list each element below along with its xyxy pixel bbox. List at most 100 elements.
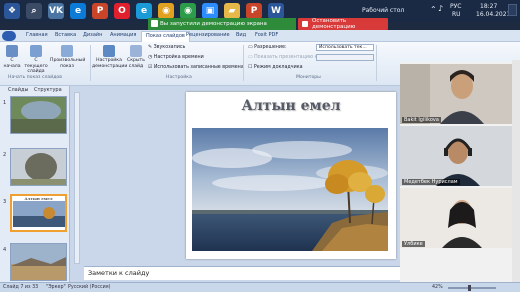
desktop-label[interactable]: Рабочий стол [362, 7, 404, 14]
status-bar: Слайд 7 из 33 "Эркер" Русский (Россия) 4… [0, 282, 520, 292]
tab-insert[interactable]: Вставка [55, 32, 76, 38]
participant-name: Улбике [402, 241, 425, 247]
thumb-number: 1 [3, 100, 7, 106]
group-label-setup: Настройка [166, 75, 192, 80]
notes-placeholder: Заметки к слайду [88, 269, 150, 277]
vertical-ruler [74, 92, 80, 264]
thumb-image [11, 244, 66, 280]
notification-icon[interactable] [508, 4, 517, 16]
participant-video[interactable]: Bakit Igilikova [400, 64, 520, 124]
zoom-slider-handle[interactable] [468, 285, 471, 291]
setup-show-button[interactable]: Настройка демонстрации [92, 45, 127, 69]
tab-design[interactable]: Дизайн [83, 32, 102, 38]
chrome2-icon[interactable]: ◉ [180, 3, 196, 19]
slide-thumbnail[interactable] [10, 243, 67, 281]
language-status[interactable]: Русский (Россия) [68, 285, 111, 290]
thumb-number: 4 [3, 247, 7, 253]
office-button[interactable] [2, 31, 16, 41]
zoom-level[interactable]: 42% [432, 285, 443, 290]
screen-share-notice: Вы запустили демонстрацию экрана [148, 18, 296, 30]
slide-thumbnail[interactable] [10, 148, 67, 186]
thumb-image [13, 201, 65, 227]
presenter-view-checkbox[interactable]: ☐ Режим докладчика [248, 65, 303, 70]
participant-avatar [400, 126, 520, 186]
slide-title[interactable]: Алтын емел [186, 98, 396, 114]
share-icon [151, 20, 158, 27]
tab-home[interactable]: Главная [26, 32, 48, 38]
participant-video[interactable]: Улбике [400, 188, 520, 248]
powerpoint2-icon[interactable]: P [246, 3, 262, 19]
edge-icon[interactable]: e [70, 3, 86, 19]
slideshow-current-icon [30, 45, 42, 57]
checkbox-checked-icon: ☑ [148, 65, 153, 70]
powerpoint-icon[interactable]: P [92, 3, 108, 19]
tab-review[interactable]: Рецензирование [186, 32, 230, 38]
show-on-select[interactable] [316, 54, 374, 61]
tab-foxit-pdf[interactable]: Foxit PDF [255, 32, 278, 38]
folder-icon[interactable]: ▰ [224, 3, 240, 19]
slide-counter: Слайд 7 из 33 [3, 285, 39, 290]
participant-avatar [400, 188, 520, 248]
monitor-icon: ▭ [248, 55, 253, 60]
start-icon[interactable]: ❖ [4, 3, 20, 19]
chrome-icon[interactable]: ◉ [158, 3, 174, 19]
microphone-icon: ✎ [148, 45, 153, 50]
participant-name: Bakit Igilikova [402, 117, 441, 123]
theme-name: "Эркер" [46, 285, 66, 290]
clock-date: 16.04.2021 [476, 11, 511, 18]
setup-icon [103, 45, 115, 57]
thumb-image [11, 97, 66, 133]
main-slide[interactable]: Алтын емел [186, 92, 396, 259]
clock-time[interactable]: 18:27 [480, 3, 497, 10]
timer-icon: ◷ [148, 55, 153, 60]
region-indicator: RU [452, 11, 461, 18]
divider [243, 45, 244, 81]
divider [376, 45, 377, 81]
group-label-start: Начать показ слайдов [8, 75, 62, 80]
ribbon-tabs: Главная Вставка Дизайн Анимация Показ сл… [0, 30, 520, 42]
resolution-select[interactable]: Использовать тек... [316, 44, 374, 51]
zoom-slider[interactable] [448, 287, 496, 289]
video-participants-panel: Bakit Igilikova Медетбек Нурислам Улбике [400, 62, 520, 282]
custom-show-button[interactable]: Произвольный показ [50, 45, 85, 69]
search-icon[interactable]: ⌕ [26, 3, 42, 19]
zoom-icon[interactable]: ▣ [202, 3, 218, 19]
tab-slides[interactable]: Слайды [8, 87, 28, 93]
tab-outline[interactable]: Структура [34, 87, 62, 93]
participant-video[interactable]: Медетбек Нурислам [400, 126, 520, 186]
tab-animation[interactable]: Анимация [110, 32, 136, 38]
group-label-monitors: Мониторы [296, 75, 321, 80]
checkbox-icon: ☐ [248, 65, 253, 70]
tray-arrow-icon[interactable]: ⌃ [430, 6, 437, 14]
slideshow-start-icon [6, 45, 18, 57]
share-notice-text: Вы запустили демонстрацию экрана [160, 21, 267, 27]
slide-photo[interactable] [192, 128, 388, 251]
resolution-label: ▭ Разрешение: [248, 45, 287, 50]
hide-slide-button[interactable]: Скрыть слайд [127, 45, 145, 69]
slide-thumbnail-panel: Слайды Структура 1 2 3 Алтын емел 4 [0, 86, 70, 282]
video-panel-scrollbar[interactable] [512, 60, 520, 282]
speaker-icon[interactable]: ♪ [438, 5, 443, 13]
stop-share-button[interactable]: Остановить демонстрацию [298, 18, 388, 30]
slide-thumbnail[interactable] [10, 96, 67, 134]
custom-show-icon [61, 45, 73, 57]
notes-pane[interactable]: Заметки к слайду [84, 266, 400, 280]
word-icon[interactable]: W [268, 3, 284, 19]
from-current-slide-button[interactable]: С текущего слайда [24, 45, 48, 75]
record-narration-option[interactable]: ✎ Звукозапись [148, 45, 185, 50]
thumb-number: 2 [3, 152, 7, 158]
tab-slideshow[interactable]: Показ слайдов [141, 31, 190, 42]
rehearse-timings-option[interactable]: ◷ Настройка времени [148, 55, 204, 60]
hide-slide-icon [130, 45, 142, 57]
tab-view[interactable]: Вид [236, 32, 246, 38]
stop-icon [302, 21, 308, 27]
opera-icon[interactable]: O [114, 3, 130, 19]
edge2-icon[interactable]: e [136, 3, 152, 19]
thumb-image [11, 149, 66, 185]
divider [90, 45, 91, 81]
use-timings-checkbox[interactable]: ☑ Использовать записанные времена [148, 65, 244, 70]
language-indicator[interactable]: РУС [450, 3, 461, 10]
from-beginning-button[interactable]: С начала [2, 45, 22, 69]
vk-icon[interactable]: VK [48, 3, 64, 19]
slide-thumbnail-selected[interactable]: Алтын емел [10, 194, 67, 232]
